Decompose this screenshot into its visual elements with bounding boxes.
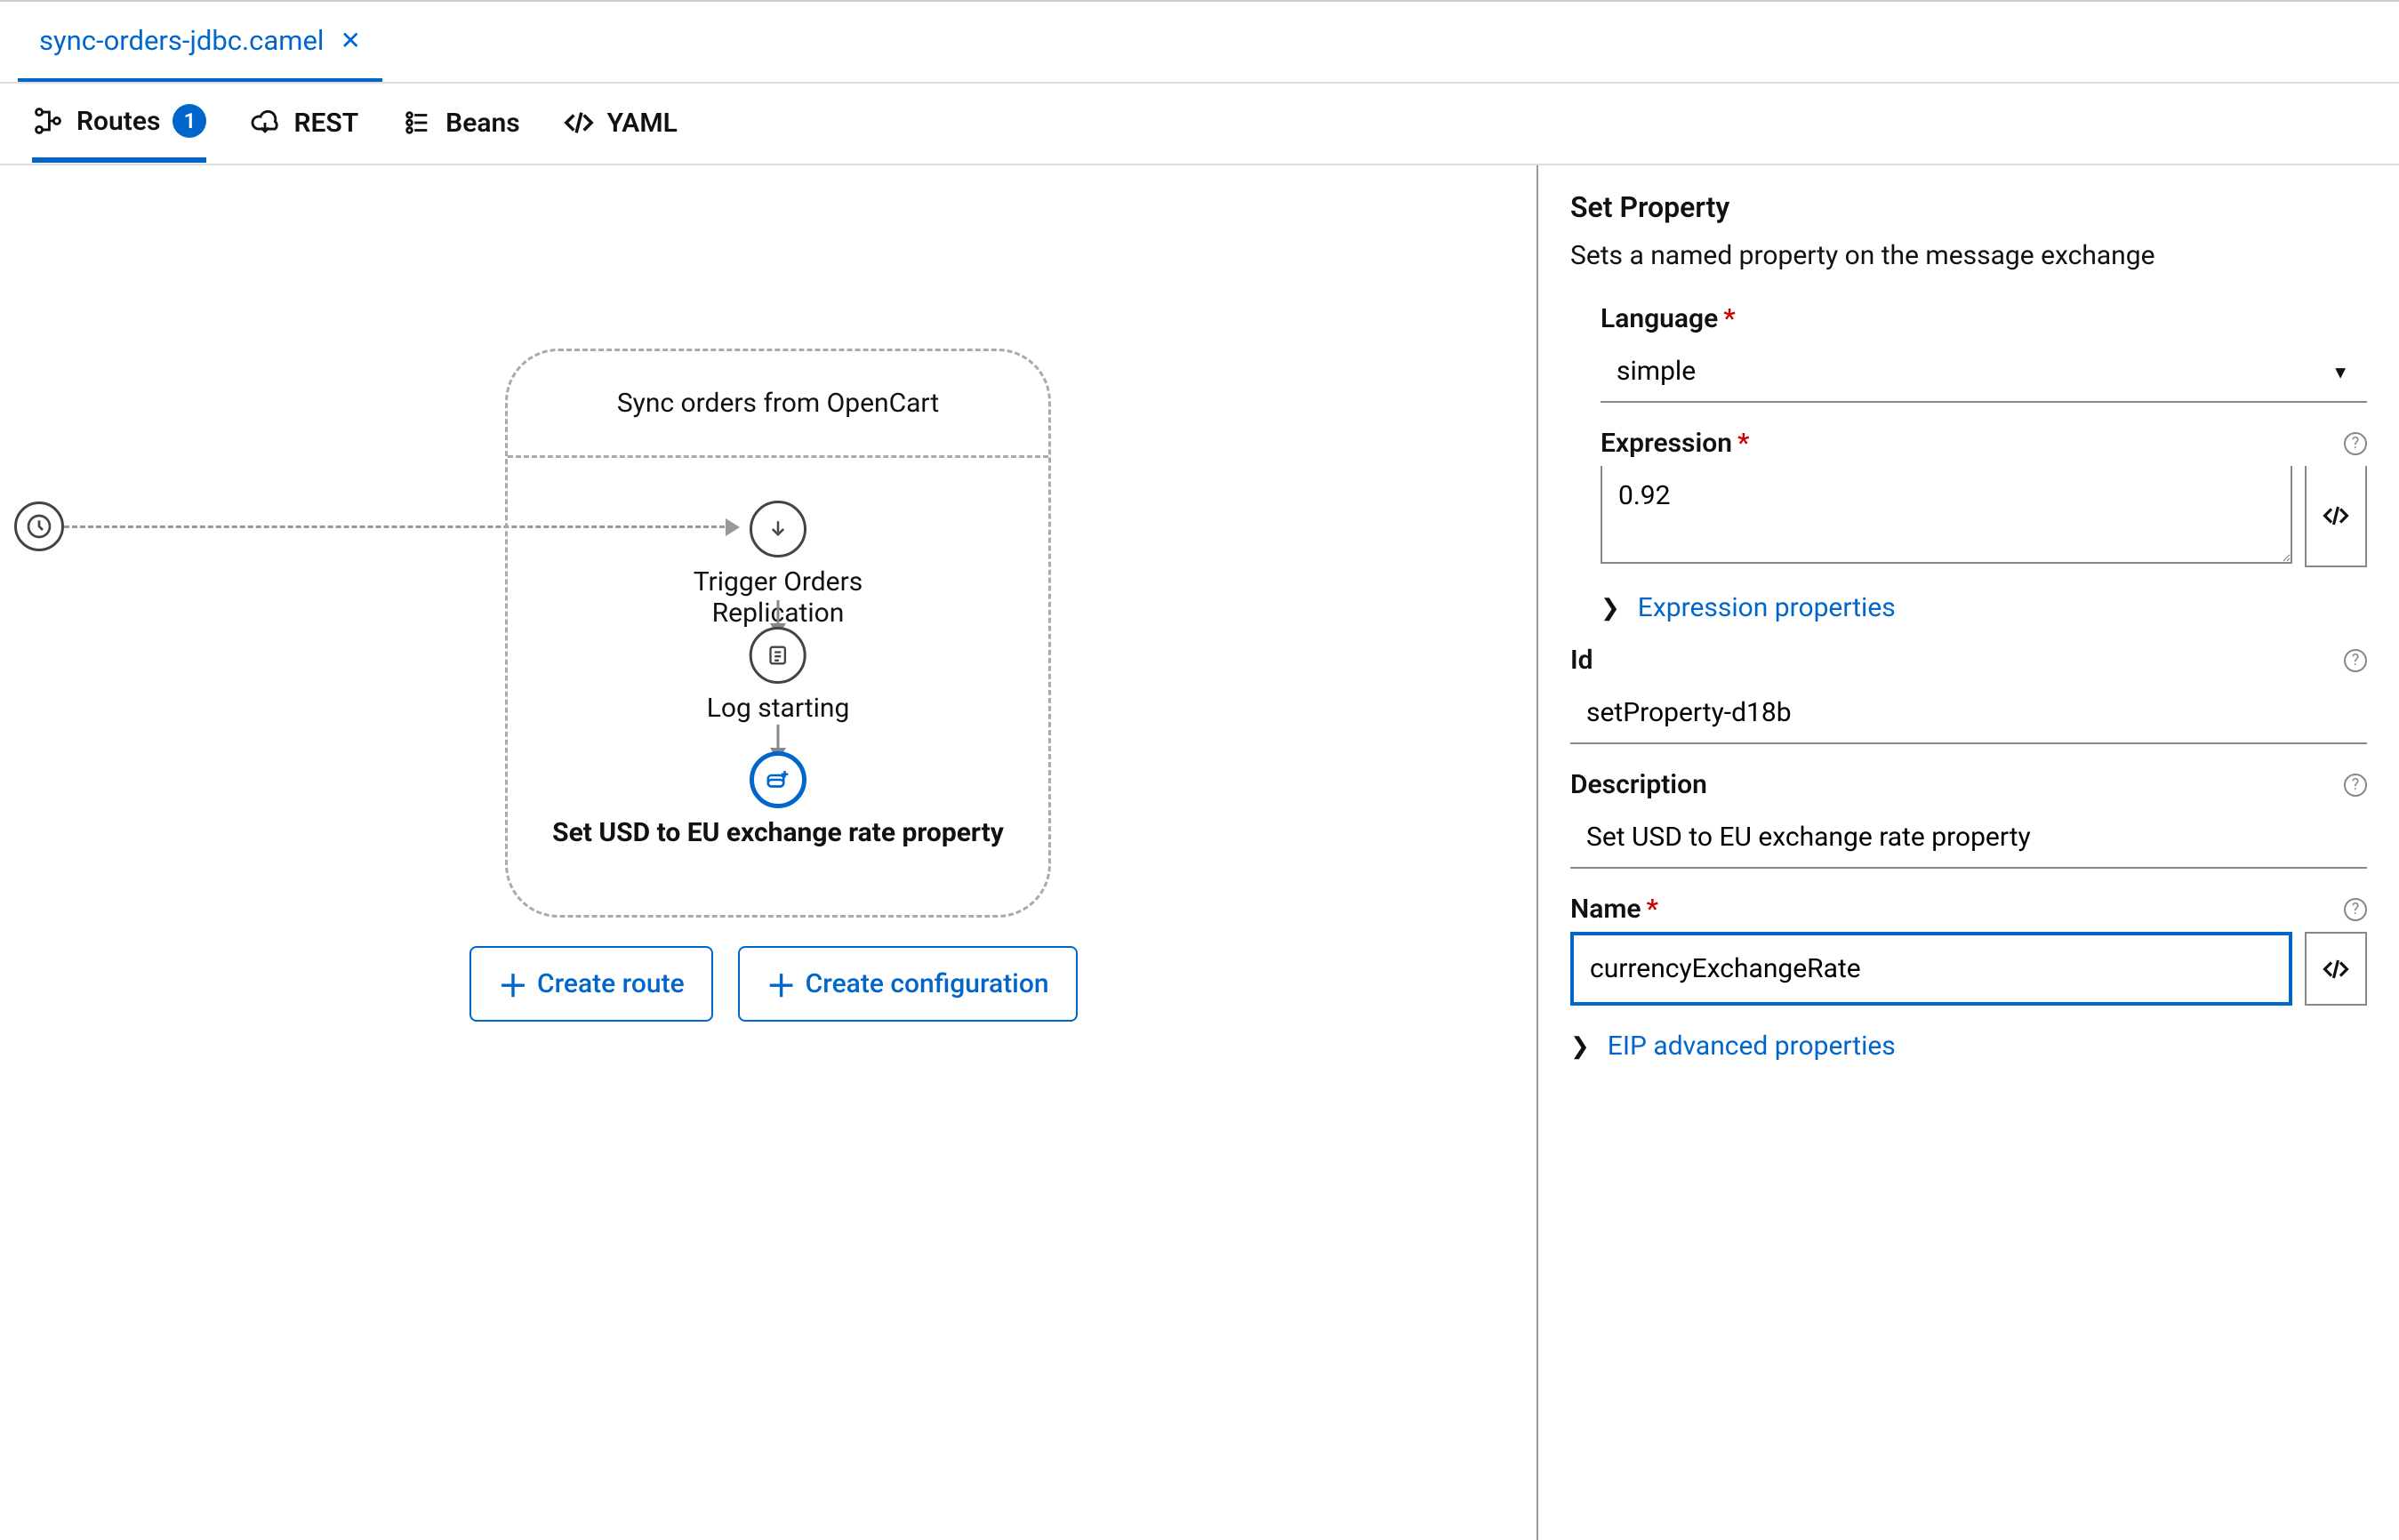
- chevron-right-icon: ❯: [1570, 1033, 1590, 1060]
- tab-yaml[interactable]: YAML: [563, 107, 678, 158]
- id-input[interactable]: [1570, 683, 2367, 744]
- field-language: Language* simple: [1601, 303, 2367, 403]
- field-name: Name* ?: [1570, 894, 2367, 1006]
- field-id: Id ?: [1570, 645, 2367, 744]
- tab-routes[interactable]: Routes 1: [32, 104, 206, 163]
- name-code-button[interactable]: [2305, 932, 2367, 1006]
- expression-code-button[interactable]: [2305, 466, 2367, 567]
- create-route-button[interactable]: ＋ Create route: [469, 946, 713, 1022]
- routes-count-badge: 1: [173, 104, 206, 138]
- beans-icon: [401, 107, 433, 139]
- tab-yaml-label: YAML: [607, 108, 678, 139]
- chevron-right-icon: ❯: [1601, 595, 1620, 622]
- download-icon: [750, 501, 806, 557]
- panel-description: Sets a named property on the message exc…: [1570, 240, 2367, 271]
- eip-advanced-toggle[interactable]: ❯ EIP advanced properties: [1570, 1031, 2367, 1062]
- field-expression: Expression* ?: [1601, 428, 2367, 567]
- file-tab-label: sync-orders-jdbc.camel: [39, 24, 324, 57]
- create-configuration-button[interactable]: ＋ Create configuration: [738, 946, 1078, 1022]
- help-icon[interactable]: ?: [2344, 898, 2367, 921]
- expression-label: Expression*: [1601, 428, 1749, 459]
- id-label: Id: [1570, 645, 1593, 676]
- create-configuration-label: Create configuration: [806, 968, 1049, 999]
- route-container[interactable]: Sync orders from OpenCart Trigger Orders…: [505, 349, 1051, 918]
- canvas-action-buttons: ＋ Create route ＋ Create configuration: [469, 946, 1078, 1022]
- description-input[interactable]: [1570, 807, 2367, 869]
- routes-icon: [32, 105, 64, 137]
- route-title: Sync orders from OpenCart: [617, 388, 939, 419]
- node-set-property[interactable]: Set USD to EU exchange rate property: [508, 751, 1048, 848]
- panel-title: Set Property: [1570, 190, 2367, 224]
- tab-beans[interactable]: Beans: [401, 107, 519, 158]
- create-route-label: Create route: [537, 968, 685, 999]
- field-description: Description ?: [1570, 769, 2367, 869]
- name-input[interactable]: [1570, 932, 2292, 1006]
- route-canvas[interactable]: Sync orders from OpenCart Trigger Orders…: [0, 165, 1538, 1540]
- plus-icon: ＋: [498, 962, 528, 1006]
- tab-routes-label: Routes: [76, 106, 160, 137]
- help-icon[interactable]: ?: [2344, 432, 2367, 455]
- file-tab-active[interactable]: sync-orders-jdbc.camel ✕: [18, 2, 382, 82]
- properties-panel: Set Property Sets a named property on th…: [1538, 165, 2399, 1540]
- node-log[interactable]: Log starting: [707, 627, 850, 724]
- expression-input[interactable]: [1601, 466, 2292, 564]
- tab-rest-label: REST: [293, 108, 358, 139]
- tab-rest[interactable]: REST: [249, 107, 358, 158]
- name-label: Name*: [1570, 894, 1658, 925]
- connector: [777, 600, 780, 625]
- expression-properties-label: Expression properties: [1638, 592, 1896, 623]
- eip-advanced-label: EIP advanced properties: [1608, 1031, 1896, 1062]
- description-label: Description: [1570, 769, 1707, 800]
- node-set-property-label: Set USD to EU exchange rate property: [552, 817, 1004, 848]
- view-tabs: Routes 1 REST Beans YAML: [0, 84, 2399, 165]
- set-property-icon: [750, 751, 806, 808]
- help-icon[interactable]: ?: [2344, 774, 2367, 797]
- file-tab-bar: sync-orders-jdbc.camel ✕: [0, 2, 2399, 84]
- plus-icon: ＋: [766, 962, 797, 1006]
- timer-node[interactable]: [14, 501, 64, 551]
- help-icon[interactable]: ?: [2344, 649, 2367, 672]
- node-log-label: Log starting: [707, 693, 850, 724]
- cloud-icon: [249, 107, 281, 139]
- code-icon: [563, 107, 595, 139]
- language-select[interactable]: simple: [1601, 341, 2367, 403]
- route-header[interactable]: Sync orders from OpenCart: [508, 351, 1048, 458]
- close-icon[interactable]: ✕: [340, 26, 360, 55]
- expression-properties-toggle[interactable]: ❯ Expression properties: [1601, 592, 2367, 623]
- connector: [777, 725, 780, 750]
- language-label: Language*: [1601, 303, 1736, 334]
- log-icon: [750, 627, 806, 684]
- tab-beans-label: Beans: [445, 108, 519, 139]
